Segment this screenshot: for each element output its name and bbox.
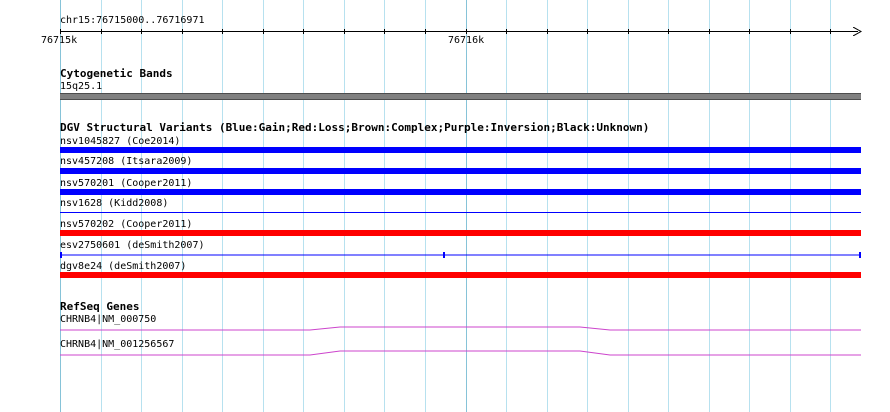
variant-feature[interactable] bbox=[60, 189, 861, 195]
ruler-tick bbox=[628, 29, 629, 34]
ruler-tick bbox=[668, 29, 669, 34]
ruler-tick bbox=[425, 29, 426, 34]
variant-feature[interactable] bbox=[60, 147, 861, 153]
ruler-location: chr15:76715000..76716971 bbox=[60, 15, 205, 26]
variant-label[interactable]: nsv570202 (Cooper2011) bbox=[60, 219, 192, 230]
variant-feature[interactable] bbox=[60, 272, 861, 278]
ruler-tick bbox=[222, 29, 223, 34]
ruler-tick bbox=[547, 29, 548, 34]
ruler-tick bbox=[101, 29, 102, 34]
track-title: RefSeq Genes bbox=[60, 300, 140, 313]
variant-label[interactable]: esv2750601 (deSmith2007) bbox=[60, 240, 205, 251]
ruler-tick bbox=[344, 29, 345, 34]
ruler-tick bbox=[587, 29, 588, 34]
variant-label[interactable]: nsv1628 (Kidd2008) bbox=[60, 198, 168, 209]
variant-feature[interactable] bbox=[60, 251, 861, 259]
ruler-tick-label: 76716k bbox=[448, 35, 485, 46]
ruler-tick bbox=[506, 29, 507, 34]
ruler-tick bbox=[60, 29, 61, 34]
variant-feature[interactable] bbox=[60, 212, 861, 213]
gene-feature[interactable] bbox=[60, 346, 861, 362]
ruler-tick bbox=[303, 29, 304, 34]
ruler-tick bbox=[749, 29, 750, 34]
ruler-tick bbox=[263, 29, 264, 34]
variant-feature[interactable] bbox=[60, 230, 861, 236]
band-label[interactable]: 15q25.1 bbox=[60, 81, 102, 92]
variant-label[interactable]: dgv8e24 (deSmith2007) bbox=[60, 261, 186, 272]
track-title: DGV Structural Variants (Blue:Gain;Red:L… bbox=[60, 121, 650, 134]
gene-feature[interactable] bbox=[60, 322, 861, 338]
ruler-axis bbox=[60, 31, 858, 32]
ruler-tick bbox=[709, 29, 710, 34]
ruler-tick bbox=[830, 29, 831, 34]
cytoband-bar[interactable] bbox=[60, 93, 861, 100]
ruler-tick bbox=[141, 29, 142, 34]
track-title: Cytogenetic Bands bbox=[60, 67, 173, 80]
variant-label[interactable]: nsv570201 (Cooper2011) bbox=[60, 178, 192, 189]
variant-feature[interactable] bbox=[60, 168, 861, 174]
variant-label[interactable]: nsv1045827 (Coe2014) bbox=[60, 136, 180, 147]
ruler-tick bbox=[384, 29, 385, 34]
ruler-tick bbox=[182, 29, 183, 34]
variant-label[interactable]: nsv457208 (Itsara2009) bbox=[60, 156, 192, 167]
ruler-tick bbox=[466, 29, 467, 34]
ruler-arrow-icon bbox=[853, 27, 862, 36]
ruler-tick-label: 76715k bbox=[41, 35, 78, 46]
ruler-tick bbox=[790, 29, 791, 34]
